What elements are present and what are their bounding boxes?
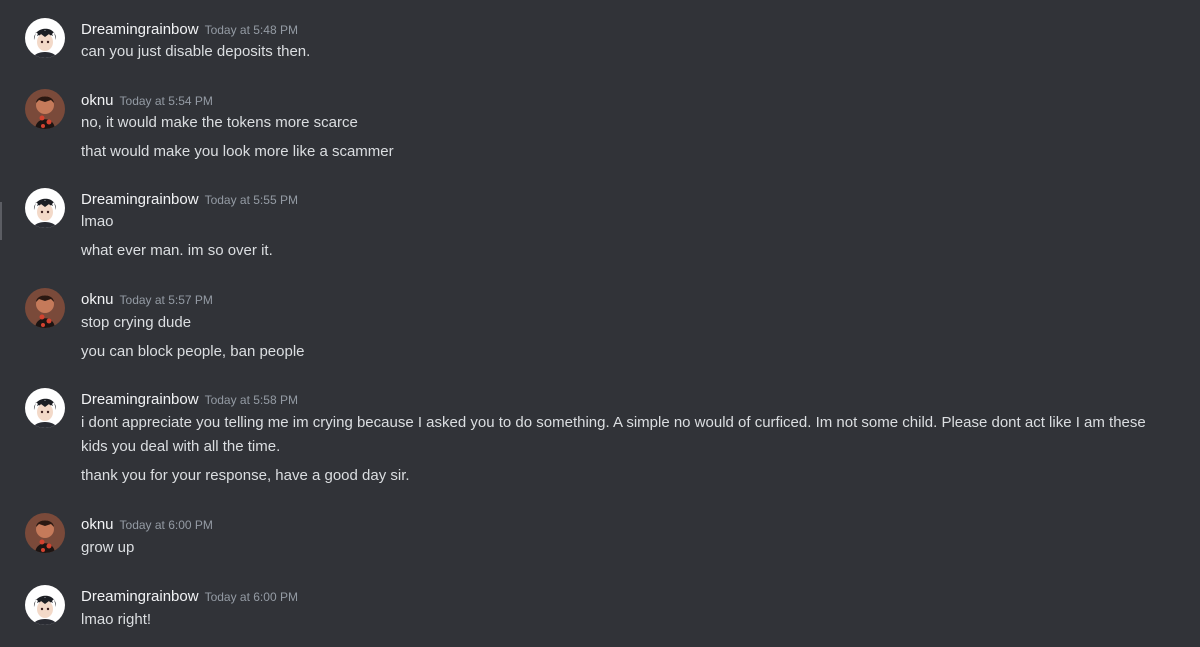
timestamp[interactable]: Today at 5:54 PM (120, 94, 213, 108)
username[interactable]: oknu (81, 92, 114, 109)
message-header: oknu Today at 6:00 PM (81, 513, 213, 535)
avatar[interactable] (25, 585, 65, 625)
username[interactable]: oknu (81, 516, 114, 533)
message-header: oknu Today at 5:57 PM (81, 288, 213, 310)
message-text: that would make you look more like a sca… (81, 143, 394, 160)
scroll-position-indicator[interactable] (0, 202, 2, 240)
avatar[interactable] (25, 288, 65, 328)
message-text: grow up (81, 539, 135, 556)
message-text: no, it would make the tokens more scarce (81, 114, 358, 131)
message-text: can you just disable deposits then. (81, 43, 311, 60)
message-text: stop crying dude (81, 314, 192, 331)
timestamp[interactable]: Today at 6:00 PM (205, 590, 298, 604)
avatar[interactable] (25, 388, 65, 428)
timestamp[interactable]: Today at 5:58 PM (205, 393, 298, 407)
username[interactable]: Dreamingrainbow (81, 391, 199, 408)
avatar[interactable] (25, 18, 65, 58)
message-header: Dreamingrainbow Today at 6:00 PM (81, 585, 298, 607)
message-header: Dreamingrainbow Today at 5:48 PM (81, 18, 298, 40)
message-text: i dont appreciate you telling me im cryi… (81, 414, 1146, 455)
message-header: Dreamingrainbow Today at 5:55 PM (81, 188, 298, 210)
avatar[interactable] (25, 513, 65, 553)
username[interactable]: Dreamingrainbow (81, 21, 199, 38)
username[interactable]: oknu (81, 291, 114, 308)
username[interactable]: Dreamingrainbow (81, 588, 199, 605)
timestamp[interactable]: Today at 5:55 PM (205, 193, 298, 207)
avatar[interactable] (25, 188, 65, 228)
username[interactable]: Dreamingrainbow (81, 191, 199, 208)
message-text: lmao right! (81, 611, 152, 628)
avatar[interactable] (25, 89, 65, 129)
message-header: oknu Today at 5:54 PM (81, 89, 213, 111)
timestamp[interactable]: Today at 5:48 PM (205, 23, 298, 37)
chat-message-list: Dreamingrainbow Today at 5:48 PM can you … (0, 0, 1200, 647)
timestamp[interactable]: Today at 6:00 PM (120, 518, 213, 532)
message-text: thank you for your response, have a good… (81, 467, 410, 484)
message-text: you can block people, ban people (81, 343, 305, 360)
message-text: lmao (81, 213, 114, 230)
message-text: what ever man. im so over it. (81, 242, 273, 259)
message-header: Dreamingrainbow Today at 5:58 PM (81, 388, 298, 410)
timestamp[interactable]: Today at 5:57 PM (120, 293, 213, 307)
